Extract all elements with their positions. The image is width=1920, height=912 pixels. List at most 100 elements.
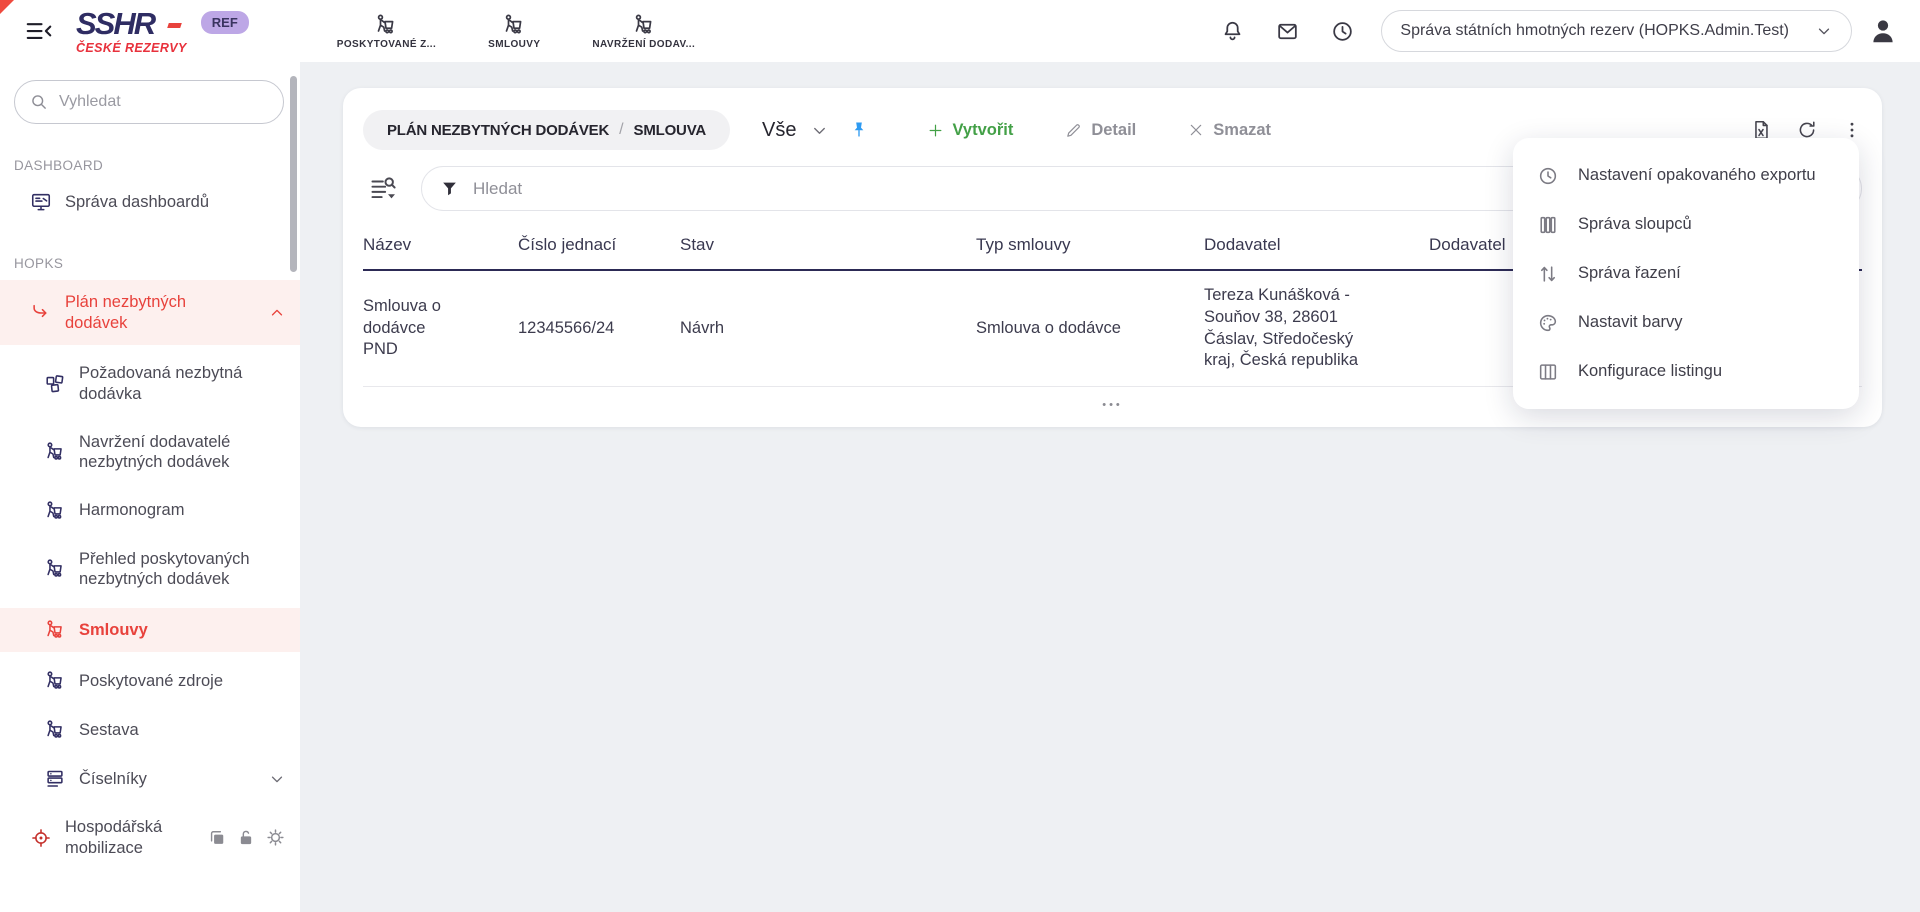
sidebar-item-label: Požadovaná nezbytná dodávka (79, 363, 251, 404)
column-header-typ-smlouvy[interactable]: Typ smlouvy (976, 235, 1204, 255)
menu-item-label: Nastavení opakovaného exportu (1578, 166, 1816, 185)
gear-icon[interactable] (265, 827, 286, 848)
messages-button[interactable] (1275, 19, 1300, 44)
sidebar-item-label: Sestava (79, 720, 251, 741)
detail-label: Detail (1091, 121, 1136, 140)
header-actions: Správa státních hmotných rezerv (HOPKS.A… (1190, 10, 1898, 52)
sidebar: DASHBOARD Správa dashboardů HOPKS Plán n… (0, 62, 300, 912)
notifications-button[interactable] (1220, 19, 1245, 44)
sidebar-item-poskytovane-zdroje[interactable]: Poskytované zdroje (0, 661, 300, 701)
column-header-stav[interactable]: Stav (680, 235, 976, 255)
database-icon (44, 768, 66, 790)
menu-item-sprava-sloupcu[interactable]: Správa sloupců (1513, 200, 1859, 249)
advanced-search-button[interactable] (369, 175, 399, 203)
chevron-down-icon (810, 121, 829, 140)
clock-icon (1537, 165, 1559, 187)
menu-item-sprava-razeni[interactable]: Správa řazení (1513, 249, 1859, 298)
tab-label: NAVRŽENÍ DODAV... (592, 39, 695, 50)
section-label-dashboard: DASHBOARD (0, 158, 300, 173)
supplier-icon (44, 619, 66, 641)
context-role-value: Správa státních hmotných rezerv (HOPKS.A… (1400, 22, 1789, 40)
column-header-dodavatel[interactable]: Dodavatel (1204, 235, 1429, 255)
palette-icon (1537, 312, 1559, 334)
delete-label: Smazat (1213, 121, 1271, 140)
breadcrumb[interactable]: PLÁN NEZBYTNÝCH DODÁVEK / SMLOUVA (363, 110, 730, 150)
sidebar-item-label: Hospodářská mobilizace (65, 817, 183, 858)
menu-item-nastavit-barvy[interactable]: Nastavit barvy (1513, 298, 1859, 347)
detail-button[interactable]: Detail (1065, 121, 1136, 140)
sidebar-item-plan-nezbytnych-dodavek[interactable]: Plán nezbytných dodávek (0, 280, 300, 345)
view-filter-value: Vše (762, 119, 796, 142)
tab-label: SMLOUVY (488, 39, 540, 50)
breadcrumb-separator: / (619, 121, 623, 139)
menu-item-label: Konfigurace listingu (1578, 362, 1722, 381)
cell-typ-smlouvy: Smlouva o dodávce (976, 304, 1204, 354)
logo-red-dash (167, 23, 182, 28)
clock-icon (1330, 19, 1355, 44)
kebab-menu-button[interactable] (1842, 120, 1862, 140)
delete-button[interactable]: Smazat (1188, 121, 1271, 140)
sidebar-item-label: Harmonogram (79, 500, 251, 521)
sidebar-item-sestava[interactable]: Sestava (0, 710, 300, 750)
sidebar-item-navrzeni-dodavatele[interactable]: Navržení dodavatelé nezbytných dodávek (0, 423, 300, 482)
menu-collapse-icon (24, 16, 54, 46)
sidebar-item-ciselniky[interactable]: Číselníky (0, 759, 300, 799)
sidebar-search[interactable] (14, 80, 284, 124)
avatar-icon (1868, 16, 1898, 46)
history-button[interactable] (1330, 19, 1355, 44)
sidebar-item-label: Smlouvy (79, 620, 251, 641)
column-header-nazev[interactable]: Název (363, 235, 518, 255)
context-role-select[interactable]: Správa státních hmotných rezerv (HOPKS.A… (1381, 10, 1852, 52)
supplier-icon (44, 500, 66, 522)
sidebar-item-sprava-dashboardu[interactable]: Správa dashboardů (0, 182, 300, 222)
copy-icon[interactable] (207, 828, 227, 848)
close-icon (1188, 122, 1204, 138)
mail-icon (1275, 19, 1300, 44)
tab-label: POSKYTOVANÉ Z... (337, 39, 436, 50)
sidebar-search-input[interactable] (59, 93, 269, 111)
supplier-icon (44, 441, 66, 463)
supplier-icon (632, 13, 656, 37)
menu-item-label: Nastavit barvy (1578, 313, 1683, 332)
tab-poskytovane-zdroje[interactable]: POSKYTOVANÉ Z... (337, 13, 436, 50)
sidebar-item-hospodarska-mobilizace[interactable]: Hospodářská mobilizace (0, 808, 300, 867)
cell-dodavatel: Tereza Kunášková - Souňov 38, 28601 Čásl… (1204, 271, 1429, 386)
sidebar-item-smlouvy[interactable]: Smlouvy (0, 608, 300, 652)
sidebar-item-label: Navržení dodavatelé nezbytných dodávek (79, 432, 251, 473)
unlock-icon[interactable] (236, 828, 256, 848)
create-button[interactable]: Vytvořit (927, 121, 1014, 140)
menu-item-label: Správa řazení (1578, 264, 1681, 283)
app-logo: SSHR ČESKÉ REZERVY (76, 8, 187, 55)
listing-columns-icon (1537, 361, 1559, 383)
supplier-icon (502, 13, 526, 37)
sidebar-collapse-button[interactable] (20, 12, 58, 50)
sidebar-item-tools (207, 827, 286, 848)
view-filter-select[interactable]: Vše (762, 119, 828, 142)
kebab-icon (1842, 120, 1862, 140)
cell-cislo-jednaci: 12345566/24 (518, 304, 680, 354)
sidebar-item-label: Poskytované zdroje (79, 671, 251, 692)
sidebar-item-pozadovana-nezbytna-dodavka[interactable]: Požadovaná nezbytná dodávka (0, 354, 300, 413)
sidebar-item-prehled-poskytovanych[interactable]: Přehled poskytovaných nezbytných dodávek (0, 540, 300, 599)
menu-item-konfigurace-listingu[interactable]: Konfigurace listingu (1513, 347, 1859, 396)
sidebar-scrollbar[interactable] (290, 76, 297, 272)
cell-nazev: Smlouva o dodávce PND (363, 282, 518, 375)
supplier-icon (374, 13, 398, 37)
tab-smlouvy[interactable]: SMLOUVY (488, 13, 540, 50)
sidebar-item-harmonogram[interactable]: Harmonogram (0, 491, 300, 531)
ref-badge: REF (201, 11, 249, 34)
supplier-icon (44, 558, 66, 580)
breadcrumb-parent[interactable]: PLÁN NEZBYTNÝCH DODÁVEK (387, 122, 609, 139)
column-header-cislo-jednaci[interactable]: Číslo jednací (518, 235, 680, 255)
pin-view-button[interactable] (849, 120, 869, 140)
pinned-tabs: POSKYTOVANÉ Z... SMLOUVY NAVRŽENÍ DODAV.… (337, 13, 695, 50)
cell-stav: Návrh (680, 304, 976, 354)
tab-navrzeni-dodavatele[interactable]: NAVRŽENÍ DODAV... (592, 13, 695, 50)
user-avatar[interactable] (1868, 16, 1898, 46)
search-icon (29, 92, 49, 112)
columns-icon (1537, 214, 1559, 236)
menu-item-nastaveni-exportu[interactable]: Nastavení opakovaného exportu (1513, 151, 1859, 200)
funnel-icon (440, 179, 459, 198)
create-label: Vytvořit (953, 121, 1014, 140)
breadcrumb-current: SMLOUVA (634, 122, 707, 139)
